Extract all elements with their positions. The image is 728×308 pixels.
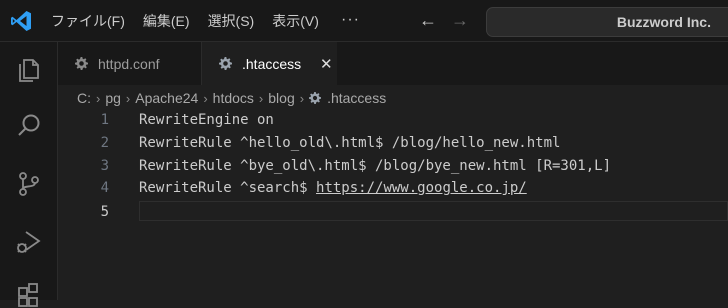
command-center-label: Buzzword Inc. — [616, 14, 711, 30]
gear-icon — [309, 92, 322, 104]
editor-line: 4 RewriteRule ^search$ https://www.googl… — [58, 177, 728, 199]
search-icon[interactable] — [15, 112, 43, 140]
menu-selection[interactable]: 選択(S) — [208, 11, 255, 31]
url-link[interactable]: https://www.google.co.jp/ — [316, 180, 527, 196]
line-number: 5 — [100, 204, 109, 220]
activity-bar — [0, 42, 58, 307]
menu-bar: ファイル(F) 編集(E) 選択(S) 表示(V) — [51, 0, 337, 42]
code-line[interactable]: RewriteRule ^search$ https://www.google.… — [139, 177, 527, 199]
code-line[interactable]: RewriteEngine on — [139, 109, 274, 131]
chevron-right-icon: › — [203, 90, 208, 106]
menu-file[interactable]: ファイル(F) — [51, 11, 125, 31]
chevron-right-icon: › — [125, 90, 131, 106]
editor-line: 2 RewriteRule ^hello_old\.html$ /blog/he… — [58, 132, 728, 154]
breadcrumb-item-blog[interactable]: blog — [268, 90, 294, 106]
menu-view[interactable]: 表示(V) — [272, 11, 319, 31]
breadcrumb-item-htaccess[interactable]: .htaccess — [327, 90, 386, 106]
tab-htaccess[interactable]: .htaccess ✕ — [202, 42, 337, 85]
chevron-right-icon: › — [96, 90, 101, 106]
breadcrumb-item-apache24[interactable]: Apache24 — [135, 90, 198, 106]
code-text: RewriteRule ^search$ — [139, 180, 317, 196]
line-number: 4 — [100, 180, 109, 196]
code-line[interactable]: RewriteRule ^hello_old\.html$ /blog/hell… — [139, 132, 560, 154]
line-number: 2 — [100, 135, 109, 151]
code-line[interactable]: RewriteRule ^bye_old\.html$ /blog/bye_ne… — [139, 155, 611, 177]
chevron-right-icon: › — [258, 90, 264, 106]
breadcrumb-item-pg[interactable]: pg — [105, 90, 121, 106]
tab-label: httpd.conf — [98, 55, 160, 72]
run-debug-icon[interactable] — [15, 228, 43, 256]
tab-label: .htaccess — [242, 55, 302, 72]
source-control-icon[interactable] — [15, 170, 43, 198]
title-bar: ファイル(F) 編集(E) 選択(S) 表示(V) ··· ← → Buzzwo… — [0, 0, 728, 42]
code-editor[interactable]: 1 RewriteEngine on 2 RewriteRule ^hello_… — [58, 108, 728, 300]
current-line-highlight[interactable] — [139, 201, 728, 221]
back-arrow-icon[interactable]: ← — [419, 10, 437, 31]
more-menu-button[interactable]: ··· — [341, 11, 360, 29]
editor-line: 3 RewriteRule ^bye_old\.html$ /blog/bye_… — [58, 155, 728, 177]
extensions-icon[interactable] — [15, 280, 43, 308]
menu-edit[interactable]: 編集(E) — [143, 11, 190, 31]
forward-arrow-icon[interactable]: → — [451, 10, 469, 31]
breadcrumb: C: › pg › Apache24 › htdocs › blog › .ht… — [77, 88, 386, 108]
line-number: 1 — [100, 112, 109, 128]
line-number: 3 — [100, 158, 109, 174]
close-icon[interactable]: ✕ — [320, 55, 333, 73]
breadcrumb-item-drive[interactable]: C: — [77, 90, 91, 106]
gear-icon — [219, 57, 232, 70]
breadcrumb-item-htdocs[interactable]: htdocs — [213, 90, 254, 106]
command-center-search[interactable]: Buzzword Inc. — [486, 7, 728, 37]
tab-httpd-conf[interactable]: httpd.conf — [58, 42, 202, 85]
editor-line: 1 RewriteEngine on — [58, 109, 728, 131]
vscode-logo-icon[interactable] — [9, 9, 33, 33]
chevron-right-icon: › — [299, 90, 305, 106]
explorer-icon[interactable] — [15, 54, 43, 82]
editor-line-current: 5 — [58, 201, 728, 223]
gear-icon — [75, 57, 88, 70]
editor-tabs: httpd.conf .htaccess ✕ — [58, 42, 728, 85]
